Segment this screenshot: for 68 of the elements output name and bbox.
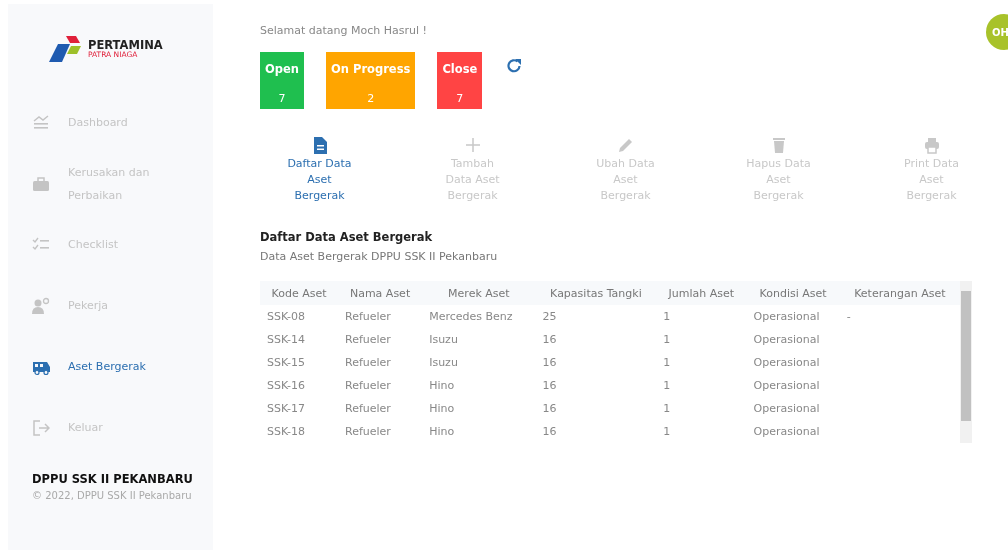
status-count: 7	[278, 92, 286, 105]
table-cell: 1	[663, 379, 671, 392]
status-label: Open	[265, 62, 299, 76]
table-cell: Operasional	[753, 402, 820, 415]
table-cell: Operasional	[753, 356, 820, 369]
section-subtitle: Data Aset Bergerak DPPU SSK II Pekanbaru	[260, 250, 499, 263]
table-cell: 25	[542, 310, 557, 323]
status-count: 7	[456, 92, 464, 105]
table-cell: 1	[663, 310, 671, 323]
table-cell: Hino	[429, 425, 455, 438]
table-cell: 1	[663, 402, 671, 415]
scrollbar[interactable]	[960, 281, 972, 443]
table-cell: 16	[542, 425, 557, 438]
table-cell: SSK-14	[267, 333, 305, 346]
column-header: Merek Aset	[422, 281, 536, 305]
printer-icon	[922, 136, 941, 154]
table-cell: 16	[542, 333, 557, 346]
table-cell: Mercedes Benz	[429, 310, 513, 323]
greeting-text: Selamat datang Moch Hasrul !	[260, 24, 427, 37]
logo-title: PERTAMINA	[88, 39, 163, 51]
table-cell: Operasional	[753, 333, 820, 346]
status-label: On Progress	[331, 62, 411, 76]
table-cell: Refueler	[345, 379, 391, 392]
logout-icon	[32, 418, 50, 437]
table-cell: SSK-08	[267, 310, 305, 323]
refresh-icon[interactable]	[506, 58, 523, 74]
pencil-icon	[616, 136, 635, 154]
table-cell: Hino	[429, 379, 455, 392]
table-cell: Isuzu	[429, 333, 458, 346]
table-cell: 1	[663, 333, 671, 346]
column-header: Keterangan Aset	[839, 281, 960, 305]
column-header: Kapasitas Tangki	[535, 281, 657, 305]
action-button[interactable]: Daftar Data Aset Bergerak	[243, 136, 396, 204]
table-cell: 16	[542, 356, 557, 369]
table-cell: Operasional	[753, 425, 820, 438]
table-cell: SSK-18	[267, 425, 305, 438]
section-title: Daftar Data Aset Bergerak	[260, 230, 434, 244]
table-cell: Operasional	[753, 379, 820, 392]
plus-icon	[463, 136, 482, 154]
table-cell: 1	[663, 356, 671, 369]
status-count: 2	[367, 92, 375, 105]
table-cell: -	[846, 310, 851, 323]
footer-title: DPPU SSK II PEKANBARU	[32, 472, 194, 486]
table-cell: Refueler	[345, 425, 391, 438]
table-cell: Isuzu	[429, 356, 458, 369]
copyright-text: © 2022, DPPU SSK II Pekanbaru	[32, 490, 193, 501]
table-cell: Operasional	[753, 310, 820, 323]
table-cell: 1	[663, 425, 671, 438]
status-label: Close	[442, 62, 478, 76]
people-icon	[32, 296, 50, 315]
nav-item[interactable]: Aset Bergerak	[32, 336, 199, 397]
table-cell: Refueler	[345, 402, 391, 415]
table-cell: Refueler	[345, 310, 391, 323]
toolbox-icon	[32, 174, 50, 193]
column-header: Jumlah Aset	[656, 281, 747, 305]
table-cell: SSK-17	[267, 402, 305, 415]
table-cell: SSK-16	[267, 379, 305, 392]
table-cell: 16	[542, 379, 557, 392]
table-cell: Refueler	[345, 356, 391, 369]
user-avatar[interactable]: OH	[986, 14, 1008, 50]
column-header: Kondisi Aset	[746, 281, 840, 305]
table-cell: Refueler	[345, 333, 391, 346]
chart-icon	[32, 113, 50, 132]
column-header: Kode Aset	[260, 281, 338, 305]
table-cell: Hino	[429, 402, 455, 415]
table-cell: SSK-15	[267, 356, 305, 369]
table-cell: 16	[542, 402, 557, 415]
column-header: Nama Aset	[338, 281, 423, 305]
